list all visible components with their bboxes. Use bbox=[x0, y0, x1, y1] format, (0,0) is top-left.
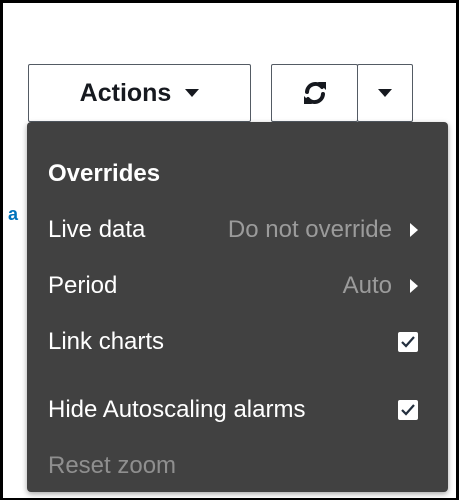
actions-dropdown-menu: Overrides Live data Do not override Peri… bbox=[27, 122, 448, 492]
reset-zoom-label: Reset zoom bbox=[48, 452, 177, 479]
caret-right-icon bbox=[410, 223, 418, 237]
link-charts-checkbox[interactable] bbox=[398, 332, 418, 352]
menu-item-link-charts[interactable]: Link charts bbox=[48, 322, 418, 362]
actions-button-label: Actions bbox=[79, 78, 172, 107]
menu-item-period[interactable]: Period Auto bbox=[48, 266, 418, 306]
hide-autoscaling-alarms-checkbox[interactable] bbox=[398, 400, 418, 420]
live-data-label: Live data bbox=[48, 216, 146, 243]
menu-item-live-data[interactable]: Live data Do not override bbox=[48, 210, 418, 250]
period-value: Auto bbox=[342, 272, 392, 299]
overrides-section-title: Overrides bbox=[48, 160, 161, 187]
hide-autoscaling-alarms-label: Hide Autoscaling alarms bbox=[48, 396, 306, 423]
checkmark-icon bbox=[401, 404, 415, 416]
link-charts-label: Link charts bbox=[48, 328, 165, 355]
caret-down-icon bbox=[185, 89, 200, 97]
checkmark-icon bbox=[401, 336, 415, 348]
actions-button[interactable]: Actions bbox=[28, 64, 251, 122]
caret-down-icon bbox=[378, 89, 392, 97]
background-link-fragment[interactable]: a bbox=[8, 204, 18, 225]
live-data-value: Do not override bbox=[227, 216, 392, 243]
refresh-icon bbox=[303, 81, 326, 105]
menu-item-hide-autoscaling-alarms[interactable]: Hide Autoscaling alarms bbox=[48, 390, 418, 430]
menu-item-reset-zoom: Reset zoom bbox=[48, 446, 418, 486]
refresh-button[interactable] bbox=[271, 64, 358, 122]
caret-right-icon bbox=[410, 279, 418, 293]
refresh-options-dropdown-button[interactable] bbox=[357, 64, 413, 122]
period-label: Period bbox=[48, 272, 118, 299]
